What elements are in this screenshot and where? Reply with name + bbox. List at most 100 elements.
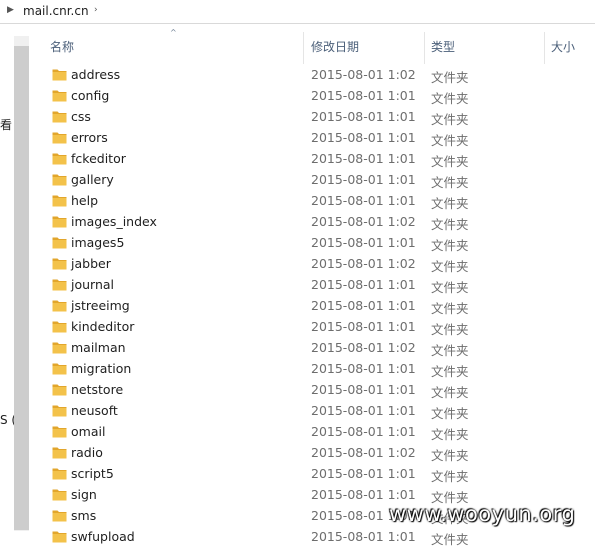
- file-row[interactable]: jstreeimg 2015-08-01 1:01 文件夹: [31, 295, 595, 316]
- file-row[interactable]: jabber 2015-08-01 1:02 文件夹: [31, 253, 595, 274]
- file-name[interactable]: script5: [71, 466, 114, 481]
- file-name[interactable]: kindeditor: [71, 319, 134, 334]
- file-row[interactable]: kindeditor 2015-08-01 1:01 文件夹: [31, 316, 595, 337]
- file-row[interactable]: css 2015-08-01 1:01 文件夹: [31, 106, 595, 127]
- column-divider[interactable]: [424, 32, 425, 64]
- file-date-modified: 2015-08-01 1:01: [311, 529, 416, 544]
- file-type: 文件夹: [431, 301, 469, 316]
- file-type: 文件夹: [431, 91, 469, 106]
- column-header-size[interactable]: 大小: [551, 38, 575, 55]
- file-name[interactable]: sign: [71, 487, 97, 502]
- file-row[interactable]: gallery 2015-08-01 1:01 文件夹: [31, 169, 595, 190]
- file-type: 文件夹: [431, 343, 469, 358]
- file-row[interactable]: errors 2015-08-01 1:01 文件夹: [31, 127, 595, 148]
- file-name[interactable]: jstreeimg: [71, 298, 130, 313]
- nav-scrollbar-thumb[interactable]: [14, 46, 29, 530]
- file-name[interactable]: omail: [71, 424, 105, 439]
- folder-icon: [52, 363, 67, 375]
- folder-icon: [52, 258, 67, 270]
- file-type: 文件夹: [431, 154, 469, 169]
- file-type: 文件夹: [431, 133, 469, 148]
- file-name[interactable]: radio: [71, 445, 103, 460]
- file-row[interactable]: mailman 2015-08-01 1:02 文件夹: [31, 337, 595, 358]
- folder-icon: [52, 342, 67, 354]
- file-list: address 2015-08-01 1:02 文件夹 config 2015-08-0…: [31, 64, 595, 547]
- file-type: 文件夹: [431, 217, 469, 232]
- file-name[interactable]: address: [71, 67, 120, 82]
- file-name[interactable]: images_index: [71, 214, 157, 229]
- file-date-modified: 2015-08-01 1:02: [311, 340, 416, 355]
- file-type: 文件夹: [431, 469, 469, 484]
- folder-icon: [52, 195, 67, 207]
- file-date-modified: 2015-08-01 1:01: [311, 487, 416, 502]
- file-name[interactable]: images5: [71, 235, 124, 250]
- file-date-modified: 2015-08-01 1:02: [311, 256, 416, 271]
- file-type: 文件夹: [431, 280, 469, 295]
- folder-icon: [52, 153, 67, 165]
- file-row[interactable]: script5 2015-08-01 1:01 文件夹: [31, 463, 595, 484]
- file-row[interactable]: help 2015-08-01 1:01 文件夹: [31, 190, 595, 211]
- file-date-modified: 2015-08-01 1:01: [311, 130, 416, 145]
- file-date-modified: 2015-08-01 1:01: [311, 361, 416, 376]
- file-name[interactable]: mailman: [71, 340, 126, 355]
- file-name[interactable]: swfupload: [71, 529, 135, 544]
- file-type: 文件夹: [431, 70, 469, 85]
- address-bar[interactable]: ▶ mail.cnr.cn ›: [0, 0, 595, 24]
- file-name[interactable]: css: [71, 109, 91, 124]
- file-name[interactable]: config: [71, 88, 109, 103]
- file-name[interactable]: sms: [71, 508, 96, 523]
- file-date-modified: 2015-08-01 1:01: [311, 235, 416, 250]
- file-row[interactable]: address 2015-08-01 1:02 文件夹: [31, 64, 595, 85]
- file-name[interactable]: migration: [71, 361, 131, 376]
- nav-fragment-1[interactable]: 看: [0, 116, 12, 133]
- breadcrumb-mail-cnr-cn[interactable]: mail.cnr.cn: [23, 4, 89, 18]
- file-name[interactable]: jabber: [71, 256, 111, 271]
- expand-arrow-icon[interactable]: ▶: [7, 5, 14, 15]
- file-type: 文件夹: [431, 259, 469, 274]
- file-name[interactable]: errors: [71, 130, 108, 145]
- file-row[interactable]: swfupload 2015-08-01 1:01 文件夹: [31, 526, 595, 547]
- column-header-type[interactable]: 类型: [431, 38, 455, 55]
- column-header-row: ^ 名称 修改日期 类型 大小: [31, 24, 595, 64]
- file-name[interactable]: journal: [71, 277, 114, 292]
- file-row[interactable]: images_index 2015-08-01 1:02 文件夹: [31, 211, 595, 232]
- file-row[interactable]: fckeditor 2015-08-01 1:01 文件夹: [31, 148, 595, 169]
- folder-icon: [52, 426, 67, 438]
- file-date-modified: 2015-08-01 1:01: [311, 382, 416, 397]
- file-row[interactable]: migration 2015-08-01 1:01 文件夹: [31, 358, 595, 379]
- file-date-modified: 2015-08-01 1:01: [311, 172, 416, 187]
- sort-ascending-icon: ^: [170, 28, 177, 37]
- folder-icon: [52, 321, 67, 333]
- breadcrumb-separator-icon[interactable]: ›: [94, 5, 98, 15]
- folder-icon: [52, 279, 67, 291]
- file-name[interactable]: netstore: [71, 382, 123, 397]
- file-name[interactable]: fckeditor: [71, 151, 126, 166]
- file-name[interactable]: help: [71, 193, 98, 208]
- folder-icon: [52, 447, 67, 459]
- folder-icon: [52, 489, 67, 501]
- folder-icon: [52, 90, 67, 102]
- column-divider[interactable]: [303, 32, 304, 64]
- folder-icon: [52, 216, 67, 228]
- column-divider[interactable]: [544, 32, 545, 64]
- file-type: 文件夹: [431, 112, 469, 127]
- file-name[interactable]: neusoft: [71, 403, 118, 418]
- folder-icon: [52, 132, 67, 144]
- file-date-modified: 2015-08-01 1:01: [311, 298, 416, 313]
- folder-icon: [52, 405, 67, 417]
- file-type: 文件夹: [431, 196, 469, 211]
- file-row[interactable]: config 2015-08-01 1:01 文件夹: [31, 85, 595, 106]
- file-date-modified: 2015-08-01 1:01: [311, 403, 416, 418]
- file-row[interactable]: radio 2015-08-01 1:02 文件夹: [31, 442, 595, 463]
- file-row[interactable]: images5 2015-08-01 1:01 文件夹: [31, 232, 595, 253]
- file-row[interactable]: journal 2015-08-01 1:01 文件夹: [31, 274, 595, 295]
- file-date-modified: 2015-08-01 1:01: [311, 109, 416, 124]
- file-row[interactable]: neusoft 2015-08-01 1:01 文件夹: [31, 400, 595, 421]
- column-header-date-modified[interactable]: 修改日期: [311, 38, 359, 55]
- file-name[interactable]: gallery: [71, 172, 114, 187]
- file-row[interactable]: omail 2015-08-01 1:01 文件夹: [31, 421, 595, 442]
- watermark: www.wooyun.org: [389, 502, 576, 526]
- file-row[interactable]: netstore 2015-08-01 1:01 文件夹: [31, 379, 595, 400]
- folder-icon: [52, 384, 67, 396]
- column-header-name[interactable]: 名称: [50, 38, 74, 55]
